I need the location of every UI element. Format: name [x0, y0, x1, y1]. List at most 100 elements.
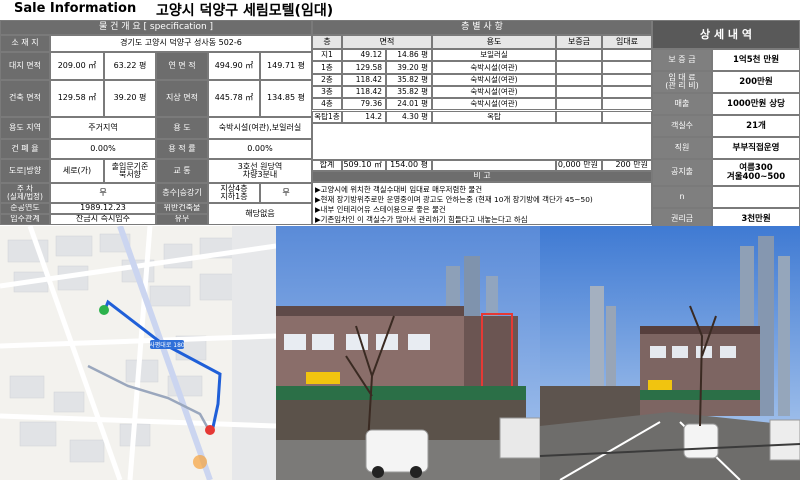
violation-value: 해당없음 [208, 203, 312, 225]
remarks-heading: 비 고 [312, 171, 652, 182]
above-ground-label: 지상 면적 [156, 80, 208, 117]
transport-label: 교 통 [156, 159, 208, 183]
floors-cell: 옥탑1층 [312, 110, 342, 123]
floors-cell: 79.36 [342, 98, 386, 111]
floors-heading: 층 별 사 항 [312, 20, 652, 35]
detail-value: 200만원 [712, 71, 800, 93]
floors-cell: 4.30 평 [386, 110, 432, 123]
building-area-m2: 129.58 ㎡ [50, 80, 104, 117]
floors-col-area: 면적 [342, 35, 432, 49]
parking-label: 주 차 (실제/법정) [0, 183, 50, 203]
floors-cell: 35.82 평 [386, 85, 432, 99]
floors-cell: 35.82 평 [386, 73, 432, 86]
floors-cell [556, 110, 602, 123]
map-graphic: 사평대로 180 [0, 226, 276, 480]
detail-value: 21개 [712, 115, 800, 137]
floors-cell: 2층 [312, 73, 342, 86]
detail-value: 1000만원 상당 [712, 93, 800, 115]
floors-cell [602, 61, 652, 74]
floors-cell [602, 110, 652, 123]
movein-value: 잔금시 즉시입주 [50, 214, 156, 225]
floors-cell [556, 73, 602, 86]
remark-line: ▶기존임차인 이 객실수가 많아서 관리하기 힘들다고 내놓는다고 하심 [315, 215, 528, 224]
detail-label: n [652, 186, 712, 208]
floors-cell: 129.58 [342, 61, 386, 74]
floors-total-py: 154.00 평 [386, 160, 432, 171]
floors-cell: 옥탑 [432, 110, 556, 123]
total-floor-label: 연 면 적 [156, 52, 208, 80]
transport-value: 3호선 원당역 차량3분내 [208, 159, 312, 183]
floors-cell: 숙박시설(여관) [432, 98, 556, 111]
floors-cell: 보일러실 [432, 49, 556, 62]
completion-value: 1989.12.23 [50, 203, 156, 214]
floors-label: 층수|승강기 [156, 183, 208, 203]
floors-cell [556, 98, 602, 111]
far-label: 용 적 률 [156, 139, 208, 159]
building-photo [276, 226, 540, 480]
floors-cell: 1층 [312, 61, 342, 74]
floors-cell [602, 73, 652, 86]
movein-label: 입주관계 [0, 214, 50, 225]
property-title: 고양시 덕양구 세림모텔(임대) [156, 3, 334, 19]
floors-cell [556, 85, 602, 99]
detail-value: 부부직접운영 [712, 137, 800, 159]
floors-cell: 숙박시설(여관) [432, 73, 556, 86]
total-floor-py: 149.71 평 [260, 52, 312, 80]
use-label: 용 도 [156, 117, 208, 139]
detail-label: 공지출 [652, 159, 712, 186]
floors-total-label: 합계 [312, 160, 342, 171]
detail-label: 매출 [652, 93, 712, 115]
above-ground-py: 134.85 평 [260, 80, 312, 117]
violation-label: 위반건축물 [156, 203, 208, 214]
floors-cell: 118.42 [342, 73, 386, 86]
floors-cell [602, 49, 652, 62]
floors-cell: 14.2 [342, 110, 386, 123]
street-photo [540, 226, 800, 480]
floors-total-deposit: 10,000 만원 [556, 160, 602, 171]
detail-label: 임 대 료 (관 리 비) [652, 71, 712, 93]
far-value: 0.00% [208, 139, 312, 159]
land-area-m2: 209.00 ㎡ [50, 52, 104, 80]
completion-label: 준공연도 [0, 203, 50, 214]
floors-total-m2: 509.10 ㎡ [342, 160, 386, 171]
parking-value: 무 [50, 183, 156, 203]
floors-cell [602, 85, 652, 99]
floors-col-rent: 임대료 [602, 35, 652, 49]
floors-cell [556, 49, 602, 62]
detail-label: 객실수 [652, 115, 712, 137]
floors-cell: 지1 [312, 49, 342, 62]
floors-total-use [432, 160, 556, 171]
zone-label: 용도 지역 [0, 117, 50, 139]
floors-total-rent: 200 만원 [602, 160, 652, 171]
location-map: 사평대로 180 [0, 226, 276, 480]
detail-label: 보 증 금 [652, 49, 712, 71]
land-area-py: 63.22 평 [104, 52, 156, 80]
floors-cell: 24.01 평 [386, 98, 432, 111]
violation-sublabel: 유무 [156, 214, 208, 225]
remarks-box: ▶고양시에 위치한 객실수대비 임대료 매우저렴한 물건 ▶현재 장기방위주로만… [312, 182, 652, 225]
floors-cell: 49.12 [342, 49, 386, 62]
page-header: Sale Information 고양시 덕양구 세림모텔(임대) [0, 0, 800, 20]
floors-cell: 39.20 평 [386, 61, 432, 74]
floors-col-use: 용도 [432, 35, 556, 49]
floors-cell: 4층 [312, 98, 342, 111]
street-photo-graphic [540, 226, 800, 480]
address-label: 소 재 지 [0, 35, 50, 52]
floors-cell: 118.42 [342, 85, 386, 99]
building-area-py: 39.20 평 [104, 80, 156, 117]
building-photo-graphic [276, 226, 540, 480]
floors-col-floor: 층 [312, 35, 342, 49]
floors-cell: 14.86 평 [386, 49, 432, 62]
building-area-label: 건축 면적 [0, 80, 50, 117]
details-heading: 상 세 내 역 [652, 20, 800, 49]
floors-col-deposit: 보증금 [556, 35, 602, 49]
total-floor-m2: 494.90 ㎡ [208, 52, 260, 80]
spec-heading: 물 건 개 요 [ specification ] [0, 20, 312, 35]
map-road-label: 사평대로 180 [149, 341, 185, 349]
road-label: 도로|방향 [0, 159, 50, 183]
address-value: 경기도 고양시 덕양구 성사동 502-6 [50, 35, 312, 52]
floors-cell: 숙박시설(여관) [432, 85, 556, 99]
elevator-value: 무 [260, 183, 312, 203]
floors-cell: 숙박시설(여관) [432, 61, 556, 74]
direction-value: 출입문기준 북서향 [104, 159, 156, 183]
